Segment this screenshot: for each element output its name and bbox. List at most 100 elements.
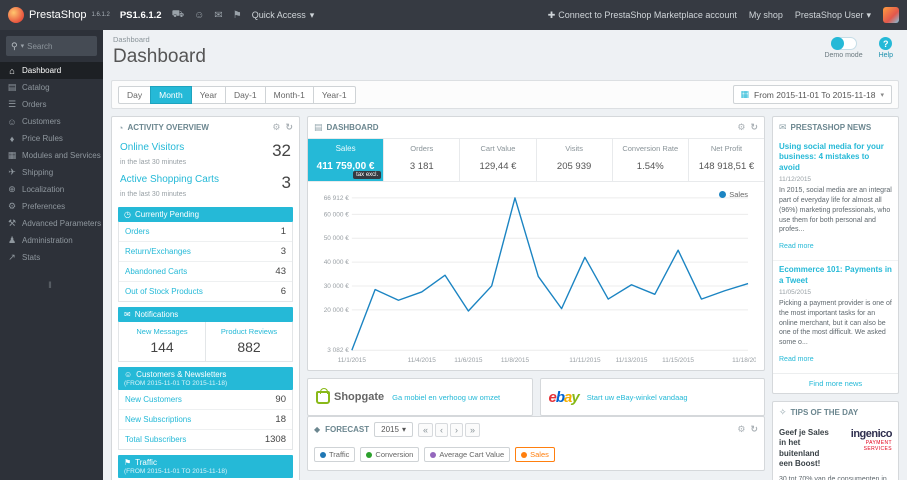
sidebar-item-localization[interactable]: ⊕ Localization: [0, 181, 103, 198]
news-article-title[interactable]: Using social media for your business: 4 …: [779, 142, 892, 173]
ebay-link[interactable]: Start uw eBay-winkel vandaag: [587, 393, 688, 402]
demo-mode-control: Demo mode: [824, 37, 863, 59]
filter-month-1-button[interactable]: Month-1: [264, 85, 314, 104]
user-avatar[interactable]: [883, 7, 899, 23]
cart-icon[interactable]: ⛟: [172, 9, 185, 22]
kpi-orders[interactable]: Orders 3 181: [383, 139, 459, 181]
gear-icon[interactable]: ⚙: [737, 122, 745, 133]
breadcrumb[interactable]: Dashboard: [113, 35, 897, 44]
last-page-icon[interactable]: »: [464, 422, 480, 437]
help-icon[interactable]: ?: [879, 37, 893, 50]
first-page-icon[interactable]: «: [417, 422, 433, 437]
forecast-panel: ◆ FORECAST 2015 ▾ « ‹ › » ⚙ ↻ Traffic Co…: [307, 416, 765, 471]
svg-text:11/13/2015: 11/13/2015: [616, 357, 648, 364]
chevron-down-icon: ▾: [309, 9, 315, 20]
pending-row-out-of-stock[interactable]: Out of Stock Products 6: [119, 282, 292, 301]
chevron-down-icon[interactable]: ▾: [21, 42, 25, 50]
legend-chip-traffic[interactable]: Traffic: [314, 447, 356, 462]
prestashop-brand[interactable]: PrestaShop 1.6.1.2: [8, 7, 110, 23]
kpi-row: Sales 411 759,00 € tax excl. Orders 3 18…: [308, 138, 764, 182]
sidebar-item-customers[interactable]: ☺ Customers: [0, 113, 103, 130]
notifications-grid: New Messages 144 Product Reviews 882: [118, 322, 293, 362]
sidebar-item-advanced-parameters[interactable]: ⚒ Advanced Parameters: [0, 215, 103, 232]
dashboard-panel-icon: ▤: [314, 122, 323, 132]
date-range-picker[interactable]: ▦ From 2015-11-01 To 2015-11-18 ▾: [732, 85, 892, 104]
refresh-icon[interactable]: ↻: [750, 424, 758, 435]
quick-access-menu[interactable]: Quick Access ▾: [252, 10, 315, 21]
filter-day-button[interactable]: Day: [118, 85, 152, 104]
ingenico-logo: ingenico payment services: [850, 427, 893, 452]
administration-icon: ♟: [7, 235, 17, 245]
pending-row-abandoned-carts[interactable]: Abandoned Carts 43: [119, 262, 292, 282]
sidebar-item-modules[interactable]: ▦ Modules and Services: [0, 147, 103, 164]
active-carts-metric[interactable]: Active Shopping Carts 3: [112, 170, 299, 191]
kpi-cart-value[interactable]: Cart Value 129,44 €: [459, 139, 535, 181]
svg-text:66 912 €: 66 912 €: [324, 195, 350, 202]
sidebar-item-preferences[interactable]: ⚙ Preferences: [0, 198, 103, 215]
sales-chart-area: Sales 66 912 € 60 000 € 50 000 € 40 000 € 30…: [308, 182, 764, 370]
shop-name[interactable]: PS1.6.1.2: [120, 10, 162, 21]
svg-text:11/8/2015: 11/8/2015: [501, 357, 530, 364]
kpi-net-profit[interactable]: Net Profit 148 918,51 €: [687, 139, 764, 181]
prestashop-news-panel: ✉ PRESTASHOP NEWS Using social media for…: [772, 116, 899, 394]
filter-month-button[interactable]: Month: [150, 85, 192, 104]
person-icon[interactable]: ☺: [194, 10, 204, 21]
new-customers-row[interactable]: New Customers 90: [119, 390, 292, 410]
tips-panel-header: ✧ TIPS OF THE DAY: [779, 406, 859, 417]
new-subscriptions-row[interactable]: New Subscriptions 18: [119, 410, 292, 430]
user-menu[interactable]: PrestaShop User ▾: [795, 10, 871, 21]
gear-icon[interactable]: ⚙: [272, 122, 280, 133]
product-reviews-cell[interactable]: Product Reviews 882: [206, 322, 292, 361]
sales-chart: 66 912 € 60 000 € 50 000 € 40 000 € 30 000 €…: [324, 195, 756, 364]
sidebar-item-price-rules[interactable]: ♦ Price Rules: [0, 130, 103, 147]
sidebar-item-administration[interactable]: ♟ Administration: [0, 232, 103, 249]
marketplace-link[interactable]: ✚ Connect to PrestaShop Marketplace acco…: [548, 10, 737, 21]
flag-icon[interactable]: ⚑: [233, 10, 242, 21]
svg-text:11/11/2015: 11/11/2015: [569, 357, 601, 364]
shopgate-promo[interactable]: Shopgate Ga mobiel en verhoog uw omzet: [307, 378, 533, 416]
forecast-nav: « ‹ › »: [417, 422, 480, 437]
pending-row-returns[interactable]: Return/Exchanges 3: [119, 242, 292, 262]
ebay-promo[interactable]: ebay Start uw eBay-winkel vandaag: [539, 378, 765, 416]
online-visitors-metric[interactable]: Online Visitors 32: [112, 138, 299, 159]
kpi-sales[interactable]: Sales 411 759,00 € tax excl.: [308, 139, 384, 181]
tips-body: Geef je Sales in het buitenland een Boos…: [773, 423, 898, 480]
person-icon: ☺: [124, 370, 133, 379]
read-more-link[interactable]: Read more: [779, 356, 814, 363]
envelope-icon[interactable]: ✉: [214, 10, 222, 21]
sidebar-item-shipping[interactable]: ✈ Shipping: [0, 164, 103, 181]
svg-text:11/15/2015: 11/15/2015: [662, 357, 694, 364]
sidebar-collapse-button[interactable]: ‖: [0, 280, 103, 290]
refresh-icon[interactable]: ↻: [750, 122, 758, 133]
legend-chip-sales[interactable]: Sales: [515, 447, 555, 462]
sidebar-item-dashboard[interactable]: ⌂ Dashboard: [0, 62, 103, 79]
sidebar-item-catalog[interactable]: ▤ Catalog: [0, 79, 103, 96]
shopgate-link[interactable]: Ga mobiel en verhoog uw omzet: [392, 393, 500, 402]
sidebar-search[interactable]: ⚲ ▾: [6, 36, 97, 56]
total-subscribers-row[interactable]: Total Subscribers 1308: [119, 430, 292, 449]
news-article-title[interactable]: Ecommerce 101: Payments in a Tweet: [779, 265, 892, 286]
sidebar-item-stats[interactable]: ↗ Stats: [0, 249, 103, 266]
next-page-icon[interactable]: ›: [449, 422, 463, 437]
filter-year-button[interactable]: Year: [190, 85, 226, 104]
read-more-link[interactable]: Read more: [779, 243, 814, 250]
forecast-year-select[interactable]: 2015 ▾: [374, 422, 413, 437]
kpi-conversion-rate[interactable]: Conversion Rate 1.54%: [611, 139, 688, 181]
search-input[interactable]: [27, 41, 92, 51]
sidebar-item-orders[interactable]: ☰ Orders: [0, 96, 103, 113]
legend-chip-average-cart-value[interactable]: Average Cart Value: [424, 447, 511, 462]
ebay-logo: ebay: [548, 388, 580, 406]
prev-page-icon[interactable]: ‹: [434, 422, 448, 437]
find-more-news-link[interactable]: Find more news: [773, 372, 898, 393]
chevron-down-icon: ▾: [880, 91, 884, 99]
new-messages-cell[interactable]: New Messages 144: [119, 322, 206, 361]
my-shop-link[interactable]: My shop: [749, 10, 783, 20]
kpi-visits[interactable]: Visits 205 939: [535, 139, 612, 181]
pending-row-orders[interactable]: Orders 1: [119, 222, 292, 242]
filter-day-1-button[interactable]: Day-1: [224, 85, 266, 104]
gear-icon[interactable]: ⚙: [737, 424, 745, 435]
filter-year-1-button[interactable]: Year-1: [312, 85, 356, 104]
legend-chip-conversion[interactable]: Conversion: [360, 447, 420, 462]
refresh-icon[interactable]: ↻: [285, 122, 293, 133]
demo-mode-toggle[interactable]: [830, 37, 857, 50]
